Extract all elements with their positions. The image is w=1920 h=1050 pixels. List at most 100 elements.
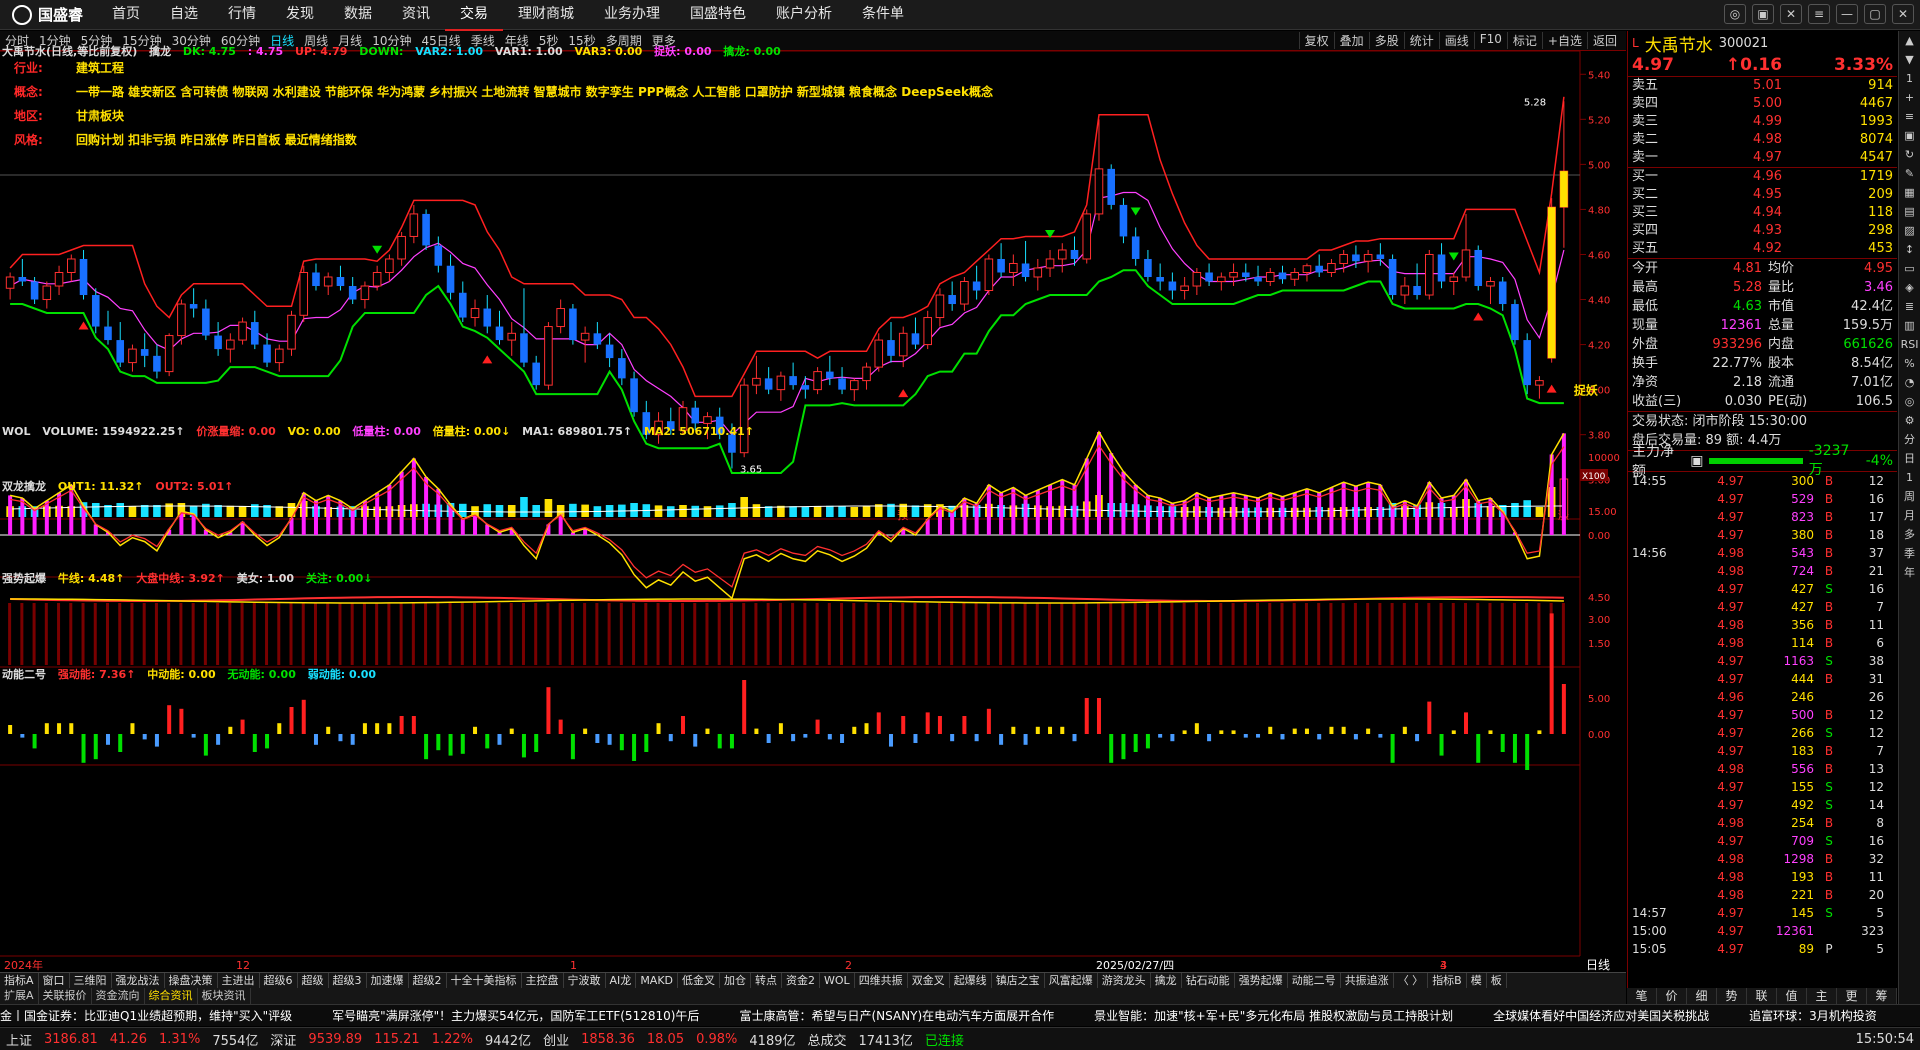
sidebar-button[interactable]: 1 — [1899, 468, 1920, 487]
sidebar-button[interactable]: RSI — [1899, 335, 1920, 354]
indicator-tab[interactable]: 钻石动能 — [1182, 973, 1235, 988]
tool-button[interactable]: 复权 — [1298, 32, 1334, 49]
sidebar-button[interactable]: + — [1899, 88, 1920, 107]
skin-icon[interactable]: ▣ — [1752, 4, 1774, 24]
sidebar-button[interactable]: ↕ — [1899, 240, 1920, 259]
extension-tab[interactable]: 板块资讯 — [198, 988, 251, 1004]
sidebar-button[interactable]: ⚙ — [1899, 411, 1920, 430]
tool-button[interactable]: +自选 — [1541, 32, 1587, 49]
indicator-tab[interactable]: 共振追涨 — [1341, 973, 1394, 988]
nav-item[interactable]: 理财商城 — [503, 0, 589, 31]
indicator-tab[interactable]: 四维共振 — [855, 973, 908, 988]
indicator-tab[interactable]: 强龙战法 — [112, 973, 165, 988]
indicator-tab[interactable]: 动能二号 — [1288, 973, 1341, 988]
tool-button[interactable]: 返回 — [1586, 32, 1622, 49]
quote-tab[interactable]: 价 — [1657, 988, 1687, 1004]
quote-tab[interactable]: 值 — [1777, 988, 1807, 1004]
sidebar-button[interactable]: ▦ — [1899, 183, 1920, 202]
indicator-tab[interactable]: 游资龙头 — [1098, 973, 1151, 988]
indicator-tab[interactable]: 超级 — [298, 973, 329, 988]
indicator-tab[interactable]: 转点 — [751, 973, 783, 988]
indicator-tab[interactable]: 资金2 — [782, 973, 821, 988]
indicator-tab[interactable]: 双金叉 — [908, 973, 950, 988]
chart-area[interactable]: 5.40 5.20 5.00 4.80 4.60 4.40 4.20 4.00 3.80 3.60… — [0, 45, 1626, 986]
extension-tab[interactable]: 关联报价 — [39, 988, 92, 1004]
indicator-tab[interactable]: 〈 〉 — [1394, 973, 1429, 988]
extension-tab[interactable]: 资金流向 — [92, 988, 145, 1004]
indicator-tab[interactable]: 超级6 — [260, 973, 298, 988]
kline-chart[interactable]: 5.405.205.004.804.604.404.204.003.803.60… — [0, 51, 1626, 972]
sidebar-button[interactable]: ▥ — [1899, 316, 1920, 335]
quote-tab[interactable]: 势 — [1717, 988, 1747, 1004]
sidebar-button[interactable]: ↻ — [1899, 145, 1920, 164]
indicator-tab[interactable]: 模 — [1467, 973, 1487, 988]
sidebar-button[interactable]: ▲ — [1899, 31, 1920, 50]
quote-tab[interactable]: 细 — [1687, 988, 1717, 1004]
sidebar-button[interactable]: 日 — [1899, 449, 1920, 468]
extension-tab[interactable]: 扩展A — [0, 988, 39, 1004]
sidebar-button[interactable]: ◎ — [1899, 392, 1920, 411]
quote-tab[interactable]: 笔 — [1627, 988, 1657, 1004]
nav-item[interactable]: 自选 — [155, 0, 213, 31]
indicator-tab[interactable]: 加仓 — [720, 973, 752, 988]
order-row[interactable]: 买一 4.96 1719 — [1628, 168, 1897, 186]
tools-icon[interactable]: ✕ — [1780, 4, 1802, 24]
indicator-tab[interactable]: 强势起爆 — [1235, 973, 1288, 988]
nav-item[interactable]: 交易 — [445, 0, 504, 31]
index-name[interactable]: 深证 — [270, 1030, 296, 1049]
menu-icon[interactable]: ≡ — [1808, 4, 1830, 24]
sidebar-button[interactable]: ▭ — [1899, 259, 1920, 278]
order-row[interactable]: 卖二 4.98 8074 — [1628, 131, 1897, 149]
indicator-tab[interactable]: 超级2 — [409, 973, 447, 988]
indicator-tab[interactable]: 指标A — [0, 973, 39, 988]
nav-item[interactable]: 条件单 — [847, 0, 919, 31]
sidebar-button[interactable]: ▨ — [1899, 221, 1920, 240]
quote-tab[interactable]: 联 — [1747, 988, 1777, 1004]
tool-button[interactable]: 统计 — [1403, 32, 1439, 49]
news-item[interactable]: 金丨国金证券：比亚迪Q1业绩超预期，维持"买入"评级 — [0, 1007, 292, 1024]
sidebar-button[interactable]: 1 — [1899, 69, 1920, 88]
order-row[interactable]: 卖四 5.00 4467 — [1628, 95, 1897, 113]
nav-item[interactable]: 账户分析 — [761, 0, 847, 31]
index-name[interactable]: 创业 — [543, 1030, 569, 1049]
indicator-tab[interactable]: 加速爆 — [367, 973, 409, 988]
sidebar-button[interactable]: ≡ — [1899, 107, 1920, 126]
tool-button[interactable]: 叠加 — [1333, 32, 1369, 49]
order-row[interactable]: 买二 4.95 209 — [1628, 186, 1897, 204]
index-name[interactable]: 上证 — [6, 1030, 32, 1049]
tool-button[interactable]: 标记 — [1506, 32, 1542, 49]
nav-item[interactable]: 发现 — [271, 0, 329, 31]
message-icon[interactable]: ◎ — [1724, 4, 1746, 24]
indicator-tab[interactable]: 板 — [1487, 973, 1507, 988]
maximize-icon[interactable]: ▢ — [1864, 4, 1886, 24]
sidebar-button[interactable]: 多 — [1899, 525, 1920, 544]
sidebar-button[interactable]: ▤ — [1899, 202, 1920, 221]
news-item[interactable]: 军号瞄亮"满屏涨停"！主力爆买54亿元，国防军工ETF(512810)午后 — [332, 1007, 699, 1024]
quote-tab[interactable]: 筹 — [1867, 988, 1897, 1004]
nav-item[interactable]: 国盛特色 — [675, 0, 761, 31]
sidebar-button[interactable]: 分 — [1899, 430, 1920, 449]
sidebar-button[interactable]: ✎ — [1899, 164, 1920, 183]
news-item[interactable]: 富士康高管：希望与日产(NSANY)在电动汽车方面展开合作 — [739, 1007, 1054, 1024]
sidebar-button[interactable]: ◔ — [1899, 373, 1920, 392]
nav-item[interactable]: 首页 — [97, 0, 155, 31]
indicator-tab[interactable]: 指标B — [1428, 973, 1467, 988]
nav-item[interactable]: 资讯 — [387, 0, 445, 31]
main-net[interactable]: 主力净额 ▣ -3237万 -4% — [1628, 443, 1897, 480]
sidebar-button[interactable]: 周 — [1899, 487, 1920, 506]
order-row[interactable]: 买三 4.94 118 — [1628, 204, 1897, 222]
stock-name[interactable]: 大禹节水 — [1645, 31, 1713, 56]
indicator-tab[interactable]: 三维阳 — [70, 973, 112, 988]
news-item[interactable]: 追富环球：3月机构投资 — [1749, 1007, 1877, 1024]
close-icon[interactable]: ✕ — [1892, 4, 1914, 24]
indicator-tab[interactable]: MAKD — [636, 973, 679, 988]
order-row[interactable]: 卖三 4.99 1993 — [1628, 113, 1897, 131]
tick-list[interactable]: 14:55 4.97 300 B 12 4.97 529 B 16 4.97 823 B 17 4.97 3… — [1628, 472, 1897, 958]
indicator-tab[interactable]: 窗口 — [39, 973, 70, 988]
sidebar-button[interactable]: 季 — [1899, 544, 1920, 563]
tool-button[interactable]: 画线 — [1438, 32, 1474, 49]
sidebar-button[interactable]: ◈ — [1899, 278, 1920, 297]
tool-button[interactable]: 多股 — [1368, 32, 1404, 49]
indicator-tab[interactable]: 超级3 — [329, 973, 367, 988]
sidebar-button[interactable]: ▼ — [1899, 50, 1920, 69]
